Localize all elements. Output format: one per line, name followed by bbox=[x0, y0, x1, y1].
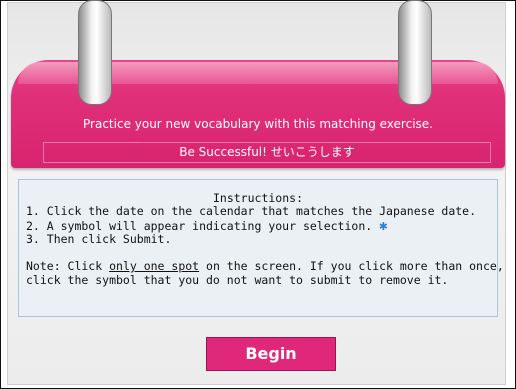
instructions-panel: Instructions: 1. Click the date on the c… bbox=[18, 179, 504, 317]
instruction-step-3: 3. Then click Submit. bbox=[26, 232, 172, 246]
note-emphasis: only one spot bbox=[109, 259, 200, 273]
note-line-2: click the symbol that you do not want to… bbox=[26, 273, 449, 287]
instruction-step-2-text: 2. A symbol will appear indicating your … bbox=[26, 219, 373, 233]
motto-banner: Be Successful! せいこうします bbox=[43, 142, 491, 163]
binder-ring-left bbox=[78, 0, 112, 105]
note-prefix: Note: Click bbox=[26, 259, 110, 273]
snowflake-icon: ✱ bbox=[379, 218, 388, 234]
binder-ring-right bbox=[398, 0, 432, 105]
instruction-step-1: 1. Click the date on the calendar that m… bbox=[26, 204, 477, 218]
note-suffix: on the screen. If you click more than on… bbox=[199, 259, 504, 273]
instructions-title: Instructions: bbox=[212, 191, 303, 205]
subtitle: Practice your new vocabulary with this m… bbox=[83, 117, 433, 131]
note-line-1: Note: Click only one spot on the screen.… bbox=[26, 259, 504, 273]
begin-button[interactable]: Begin bbox=[206, 337, 336, 371]
